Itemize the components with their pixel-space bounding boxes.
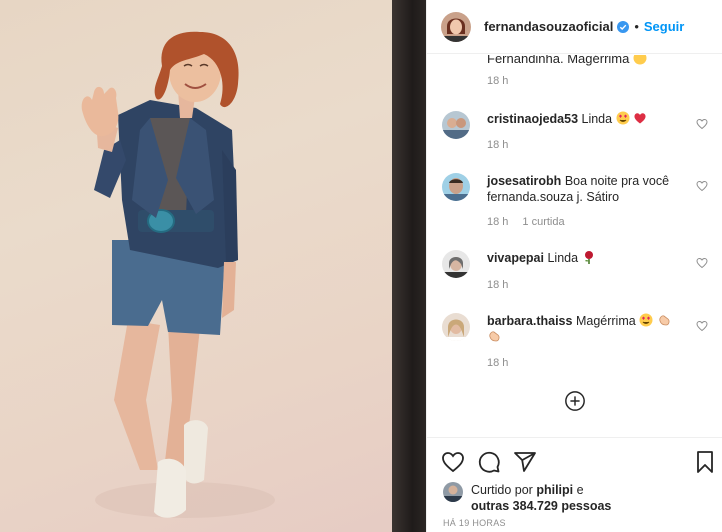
verified-badge-icon — [617, 20, 630, 33]
comment-body: vivapepai Linda — [487, 250, 682, 266]
likes-count-link[interactable]: outras 384.729 pessoas — [471, 499, 611, 513]
header-separator: • — [634, 19, 639, 34]
commenter-avatar[interactable] — [442, 173, 470, 201]
likes-prefix: Curtido por — [471, 483, 533, 497]
bookmark-icon[interactable] — [693, 450, 717, 474]
comment-body: barbara.thaiss Magérrima — [487, 313, 682, 345]
comment-text: Linda — [547, 251, 579, 265]
likes-summary: Curtido por philipi e outras 384.729 pes… — [443, 482, 611, 514]
comment-time: 18 h — [487, 139, 509, 151]
comments-list[interactable]: Fernandinha. Magérrima 18 h cristinaojed… — [427, 55, 722, 437]
like-comment-heart-icon[interactable] — [696, 180, 708, 192]
like-heart-icon[interactable] — [441, 450, 465, 474]
commenter-username[interactable]: josesatirobh — [487, 174, 561, 188]
heart-eyes-emoji-icon — [616, 111, 630, 125]
follow-button[interactable]: Seguir — [644, 19, 684, 34]
share-icon[interactable] — [513, 450, 537, 474]
comment-time: 18 h — [487, 216, 509, 228]
likes-text: Curtido por philipi e outras 384.729 pes… — [471, 482, 611, 514]
post-timestamp[interactable]: HÁ 19 HORAS — [443, 518, 506, 528]
like-comment-heart-icon[interactable] — [696, 320, 708, 332]
comment-time: 18 h — [487, 279, 509, 291]
partial-comment-time: 18 h — [487, 75, 509, 87]
commenter-username[interactable]: vivapepai — [487, 251, 544, 265]
comment-text: Magérrima — [575, 314, 636, 328]
commenter-username[interactable]: cristinaojeda53 — [487, 112, 578, 126]
comment-icon[interactable] — [477, 450, 501, 474]
comment-body: josesatirobh Boa noite pra você fernanda… — [487, 173, 682, 205]
woman-figure-illustration — [81, 31, 275, 518]
comment-body: cristinaojeda53 Linda — [487, 111, 682, 127]
post-actions-bar: Curtido por philipi e outras 384.729 pes… — [427, 437, 722, 532]
commenter-username[interactable]: barbara.thaiss — [487, 314, 572, 328]
red-heart-emoji-icon — [633, 111, 647, 125]
like-comment-heart-icon[interactable] — [696, 118, 708, 130]
like-comment-heart-icon[interactable] — [696, 257, 708, 269]
commenter-avatar[interactable] — [442, 313, 470, 341]
likes-conjunction: e — [576, 483, 584, 497]
commenter-avatar[interactable] — [442, 250, 470, 278]
post-side-panel: fernandasouzaoficial • Seguir Fernandinh… — [426, 0, 722, 532]
comment-time: 18 h — [487, 357, 509, 369]
comment-meta: 18 h 1 curtida — [487, 216, 565, 228]
author-username[interactable]: fernandasouzaoficial — [484, 19, 613, 34]
post-photo[interactable] — [0, 0, 426, 532]
partial-comment-text: Fernandinha. Magérrima — [487, 55, 647, 66]
load-more-comments-plus-circle-icon[interactable] — [564, 390, 586, 412]
clapping-hands-emoji-icon — [657, 313, 671, 327]
post-header: fernandasouzaoficial • Seguir — [427, 0, 722, 54]
comment-text: Linda — [581, 112, 613, 126]
emoji-icon — [633, 55, 647, 65]
comment-like-count[interactable]: 1 curtida — [522, 216, 564, 228]
commenter-avatar[interactable] — [442, 111, 470, 139]
liker-username[interactable]: philipi — [536, 483, 573, 497]
rose-emoji-icon — [582, 250, 596, 264]
heart-eyes-emoji-icon — [639, 313, 653, 327]
clapping-hands-emoji-icon — [487, 329, 501, 343]
liker-avatar[interactable] — [443, 482, 463, 502]
author-avatar[interactable] — [441, 11, 471, 42]
